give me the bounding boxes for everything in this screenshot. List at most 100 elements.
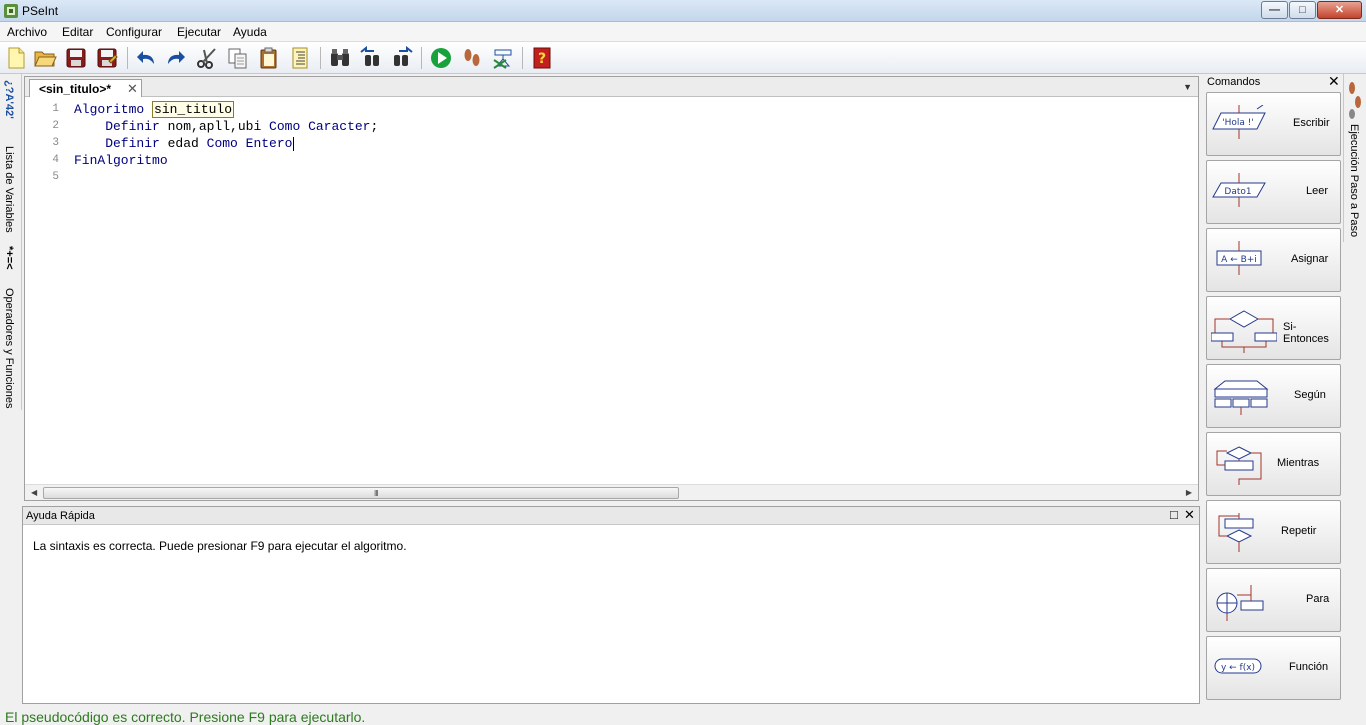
code-keyword: Como	[206, 136, 246, 151]
undo-icon[interactable]	[134, 46, 158, 70]
minimize-button[interactable]: —	[1261, 1, 1288, 19]
find-next-icon[interactable]	[390, 46, 414, 70]
indent-icon[interactable]	[288, 46, 312, 70]
tab-label: <sin_titulo>*	[39, 82, 112, 96]
svg-text:A ← B+i: A ← B+i	[1221, 255, 1257, 265]
command-label: Escribir	[1293, 117, 1330, 129]
command-label: Mientras	[1277, 457, 1320, 469]
command-escribir-button[interactable]: 'Hola !' Escribir	[1206, 92, 1341, 156]
commands-title: Comandos	[1207, 76, 1261, 88]
find-previous-icon[interactable]	[359, 46, 383, 70]
code-token: nom,apll,ubi	[167, 119, 270, 134]
code-line[interactable]: Algoritmo sin_titulo	[74, 101, 235, 118]
paste-icon[interactable]	[257, 46, 281, 70]
command-label: Para	[1306, 593, 1330, 605]
pseint-logo-icon	[4, 4, 18, 18]
quick-help-message: La sintaxis es correcta. Puede presionar…	[33, 539, 407, 553]
code-area[interactable]: 1 Algoritmo sin_titulo 2 Definir nom,apll,…	[25, 99, 1198, 484]
horizontal-scrollbar[interactable]: ◀ III ▶	[25, 484, 1198, 500]
menu-bar: Archivo Editar Configurar Ejecutar Ayuda	[0, 22, 1366, 42]
close-button[interactable]: ✕	[1317, 1, 1362, 19]
save-icon[interactable]	[64, 46, 88, 70]
maximize-button[interactable]: □	[1289, 1, 1316, 19]
variables-glyph: ¿?A'42'	[3, 80, 15, 119]
draw-flowchart-icon[interactable]	[491, 46, 515, 70]
run-play-icon[interactable]	[429, 46, 453, 70]
operators-glyph: *+=<	[3, 246, 15, 270]
scroll-right-icon[interactable]: ▶	[1186, 488, 1192, 497]
quick-help-header: Ayuda Rápida □ ✕	[23, 507, 1199, 525]
tab-ejecucion-paso-a-paso[interactable]: Ejecución Paso a Paso	[1348, 124, 1360, 237]
scrollbar-thumb[interactable]: III	[43, 487, 679, 499]
code-line[interactable]: Definir nom,apll,ubi Como Caracter;	[74, 118, 378, 135]
code-keyword: FinAlgoritmo	[74, 153, 168, 168]
tab-operadores-y-funciones[interactable]: Operadores y Funciones	[3, 288, 15, 408]
toolbar-separator	[421, 47, 422, 69]
command-label: Si-Entonces	[1283, 321, 1329, 345]
code-keyword: Definir	[74, 119, 168, 134]
command-segun-button[interactable]: Según	[1206, 364, 1341, 428]
tab-sin-titulo[interactable]: <sin_titulo>* ✕	[29, 79, 142, 97]
open-folder-icon[interactable]	[33, 46, 57, 70]
copy-icon[interactable]	[226, 46, 250, 70]
command-label: Función	[1289, 661, 1329, 673]
toolbar-separator	[522, 47, 523, 69]
code-keyword: Entero	[245, 136, 293, 151]
command-repetir-button[interactable]: Repetir	[1206, 500, 1341, 564]
window-title: PSeInt	[22, 4, 59, 18]
menu-editar[interactable]: Editar	[62, 25, 93, 39]
line-number: 2	[52, 120, 59, 132]
svg-text:?: ?	[538, 51, 546, 67]
code-keyword: Definir	[74, 136, 168, 151]
command-si-entonces-button[interactable]: Si-Entonces	[1206, 296, 1341, 360]
title-bar: PSeInt — □ ✕	[0, 0, 1366, 22]
scroll-grip: III	[374, 489, 379, 498]
command-asignar-button[interactable]: A ← B+i Asignar	[1206, 228, 1341, 292]
menu-ayuda[interactable]: Ayuda	[233, 25, 267, 39]
code-token: edad	[167, 136, 207, 151]
command-label: Leer	[1306, 185, 1329, 197]
editor-tabs: <sin_titulo>* ✕ ▼	[25, 77, 1198, 97]
maximize-panel-icon[interactable]: □	[1170, 507, 1178, 522]
code-editor: <sin_titulo>* ✕ ▼ 1 Algoritmo sin_titulo 2…	[24, 76, 1199, 501]
line-number: 5	[52, 171, 59, 183]
line-number: 1	[52, 103, 59, 115]
svg-text:y ← f(x): y ← f(x)	[1221, 663, 1255, 673]
command-mientras-button[interactable]: Mientras	[1206, 432, 1341, 496]
toolbar-separator	[320, 47, 321, 69]
code-keyword: Algoritmo	[74, 102, 153, 117]
save-as-icon[interactable]	[95, 46, 119, 70]
quick-help-panel: Ayuda Rápida □ ✕ La sintaxis es correcta…	[22, 506, 1200, 704]
svg-text:Dato1: Dato1	[1224, 187, 1251, 197]
find-binoculars-icon[interactable]	[328, 46, 352, 70]
command-leer-button[interactable]: Dato1 Leer	[1206, 160, 1341, 224]
code-line[interactable]: FinAlgoritmo	[74, 152, 168, 169]
text-caret	[293, 136, 295, 151]
command-para-button[interactable]: Para	[1206, 568, 1341, 632]
menu-ejecutar[interactable]: Ejecutar	[177, 25, 221, 39]
step-by-step-footprints-icon[interactable]	[460, 46, 484, 70]
cut-icon[interactable]	[195, 46, 219, 70]
status-message: El pseudocódigo es correcto. Presione F9…	[5, 709, 366, 725]
line-number: 3	[52, 137, 59, 149]
redo-icon[interactable]	[164, 46, 188, 70]
step-footprints-icon	[1349, 82, 1361, 119]
code-keyword: Como	[269, 119, 309, 134]
tab-close-icon[interactable]: ✕	[127, 81, 138, 97]
command-label: Repetir	[1281, 525, 1317, 537]
scroll-left-icon[interactable]: ◀	[31, 488, 37, 497]
commands-close-icon[interactable]: ✕	[1328, 73, 1340, 90]
menu-archivo[interactable]: Archivo	[7, 25, 47, 39]
code-token: sin_titulo	[152, 101, 235, 118]
toolbar: ?	[0, 42, 1366, 74]
commands-header: Comandos ✕	[1204, 73, 1343, 90]
command-funcion-button[interactable]: y ← f(x) Función	[1206, 636, 1341, 700]
tab-dropdown-icon[interactable]: ▼	[1183, 82, 1192, 92]
tab-lista-de-variables[interactable]: Lista de Variables	[3, 146, 15, 233]
new-file-icon[interactable]	[4, 46, 28, 70]
close-panel-icon[interactable]: ✕	[1184, 507, 1195, 523]
code-line[interactable]: Definir edad Como Entero	[74, 135, 295, 152]
help-icon[interactable]: ?	[530, 46, 554, 70]
right-side-panel-strip: Ejecución Paso a Paso	[1343, 74, 1366, 242]
menu-configurar[interactable]: Configurar	[106, 25, 162, 39]
